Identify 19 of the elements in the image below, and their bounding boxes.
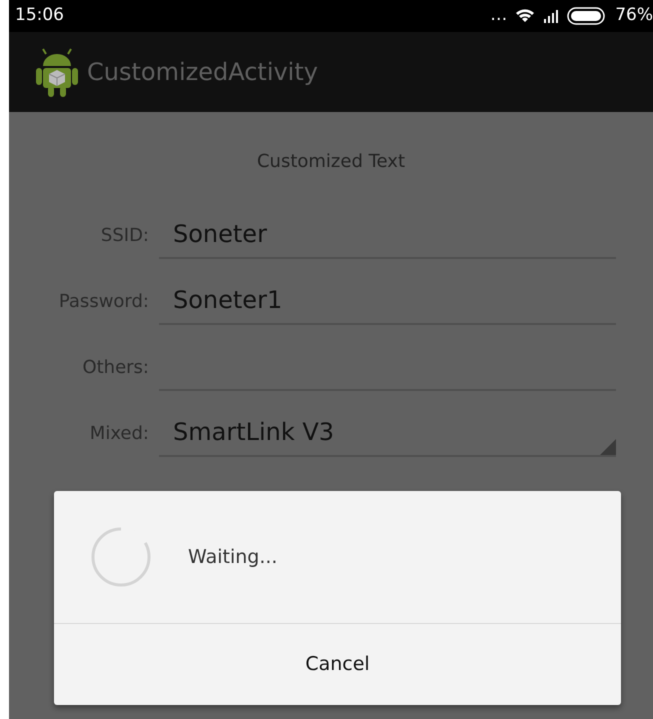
dialog-message: Waiting... — [188, 544, 278, 570]
battery-icon — [567, 7, 608, 25]
field-label: Mixed: — [88, 422, 150, 446]
field-label: Others: — [81, 356, 150, 380]
field-label: Password: — [58, 290, 150, 314]
spinner-icon — [90, 526, 152, 588]
input-field[interactable]: Soneter — [159, 211, 616, 259]
wifi-icon — [515, 8, 536, 24]
more-dots: … — [490, 4, 508, 28]
app-title: CustomizedActivity — [87, 57, 318, 88]
android-robot-icon — [35, 46, 79, 98]
signal-icon — [543, 9, 560, 23]
cancel-button[interactable]: Cancel — [54, 624, 621, 704]
status-time: 15:06 — [15, 4, 64, 28]
dropdown-triangle-icon — [600, 439, 616, 455]
field-label: SSID: — [100, 224, 150, 248]
battery-percent: 76% — [615, 4, 653, 28]
input-field[interactable]: Soneter1 — [159, 277, 616, 325]
heading: Customized Text — [256, 150, 406, 174]
